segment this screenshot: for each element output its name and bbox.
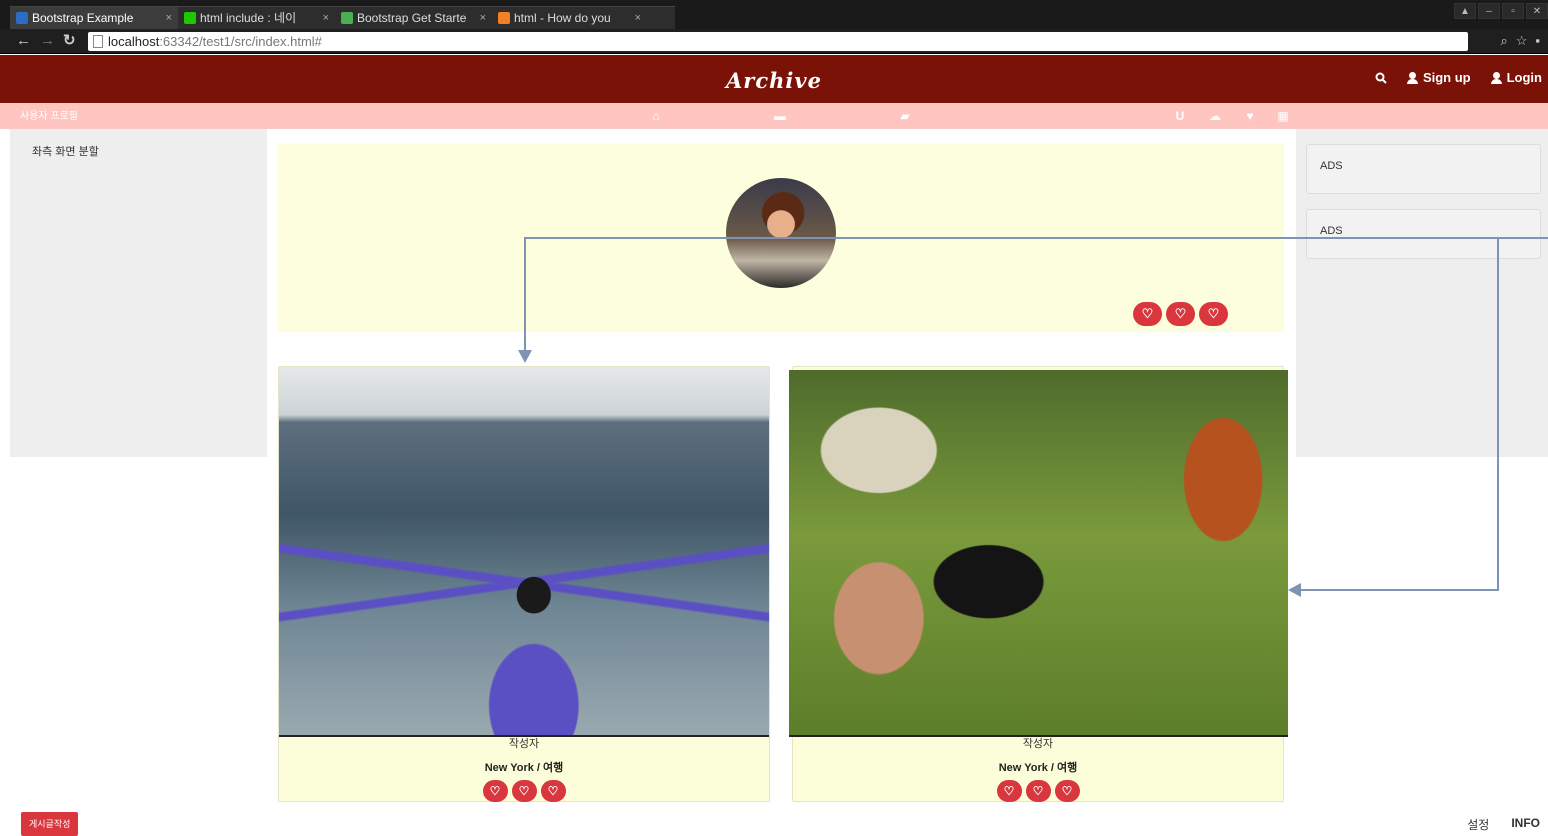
info-link[interactable]: INFO (1511, 816, 1540, 833)
tab-title: Bootstrap Example (32, 11, 134, 25)
tab-title: html include : 네이 (200, 11, 297, 25)
cloud-icon[interactable]: ☁ (1208, 109, 1222, 123)
annotation-arrow-line (524, 237, 526, 352)
extension-icon[interactable]: ▪ (1535, 33, 1540, 49)
login-link[interactable]: Login (1490, 70, 1542, 85)
heart-button[interactable] (1199, 302, 1228, 326)
post-photo[interactable] (789, 370, 1288, 737)
user-icon (1406, 71, 1418, 84)
back-icon[interactable]: ← (16, 33, 31, 49)
url-path: :63342/test1/src/index.html# (159, 34, 322, 49)
write-post-button[interactable]: 게시글작성 (21, 812, 79, 836)
url-host: localhost (108, 34, 160, 49)
comment-icon[interactable]: ▬ (773, 109, 787, 123)
tab-stackoverflow[interactable]: html - How do you × (492, 6, 647, 29)
heart-button[interactable] (996, 780, 1022, 802)
tab-close-icon[interactable]: × (166, 7, 172, 29)
annotation-arrow-head (1288, 583, 1301, 597)
bookmark-star-icon[interactable]: ☆ (1516, 33, 1528, 49)
browser-tab-bar: Bootstrap Example × html include : 네이 × … (0, 0, 1548, 29)
tab-bootstrap-get-started[interactable]: Bootstrap Get Starte × (335, 6, 492, 29)
w3-icon (341, 12, 353, 24)
ad-box[interactable]: ADS (1306, 144, 1541, 194)
forward-icon[interactable]: → (40, 33, 55, 49)
footer-links: 설정 INFO (1467, 816, 1540, 833)
left-sidebar: 좌측 화면 분할 (10, 129, 267, 457)
annotation-arrow-line (1300, 589, 1499, 591)
magnet-icon[interactable]: U (1173, 109, 1187, 123)
tab-close-icon[interactable]: × (323, 7, 329, 29)
naver-icon (184, 12, 196, 24)
profile-heart-buttons (1133, 302, 1228, 326)
login-label: Login (1506, 70, 1542, 85)
heart-button[interactable] (482, 780, 508, 802)
post-location: New York / 여행 (484, 762, 564, 774)
settings-link[interactable]: 설정 (1467, 816, 1489, 833)
post-author: 작성자 (508, 738, 540, 750)
tab-close-icon[interactable]: × (480, 7, 486, 29)
tab-title: html - How do you (514, 11, 611, 25)
search-icon[interactable] (1375, 72, 1387, 84)
heart-button[interactable] (511, 780, 537, 802)
profile-avatar[interactable] (726, 178, 836, 288)
brand-logo[interactable]: Archive (0, 55, 1548, 107)
address-bar-row: ← → ↻ localhost:63342/test1/src/index.ht… (0, 29, 1548, 54)
tab-title: Bootstrap Get Starte (357, 11, 467, 25)
heart-icon[interactable]: ♥ (1243, 109, 1257, 123)
post-card: 작성자 New York / 여행 (278, 366, 770, 802)
tab-bootstrap-example[interactable]: Bootstrap Example × (10, 6, 178, 29)
post-author: 작성자 (1022, 738, 1054, 750)
folder-icon[interactable]: ▰ (898, 109, 912, 123)
maximize-icon[interactable]: ▫ (1502, 3, 1524, 19)
navbar-right: Sign up Login (1375, 70, 1542, 85)
zoom-icon[interactable]: ⌕ (1500, 33, 1507, 49)
url-field[interactable]: localhost:63342/test1/src/index.html# (88, 32, 1468, 51)
post-location: New York / 여행 (998, 762, 1078, 774)
grid-icon[interactable]: ▦ (1276, 109, 1290, 123)
annotation-arrow-head (518, 350, 532, 363)
tab-html-include[interactable]: html include : 네이 × (178, 6, 335, 29)
close-window-icon[interactable]: ✕ (1526, 3, 1548, 19)
heart-button[interactable] (1054, 780, 1080, 802)
address-bar-actions: ⌕ ☆ ▪ (1500, 33, 1540, 49)
profile-icon[interactable]: ▲ (1454, 3, 1476, 19)
user-profile-label[interactable]: 사용자 프로필 (20, 103, 78, 130)
sub-navbar: 사용자 프로필 ⌂ ▬ ▰ U ☁ ♥ ▦ (0, 103, 1548, 129)
heart-button[interactable] (1166, 302, 1195, 326)
site-navbar: Archive Sign up Login (0, 55, 1548, 103)
heart-button[interactable] (540, 780, 566, 802)
signup-link[interactable]: Sign up (1406, 70, 1471, 85)
annotation-arrow-line (1497, 237, 1499, 591)
heart-button[interactable] (1133, 302, 1162, 326)
post-card: 작성자 New York / 여행 (789, 366, 1288, 802)
minimize-icon[interactable]: – (1478, 3, 1500, 19)
new-tab-button[interactable] (647, 6, 675, 29)
right-sidebar: ADS ADS (1296, 129, 1548, 457)
window-controls: ▲ – ▫ ✕ (1454, 3, 1548, 19)
tab-close-icon[interactable]: × (635, 7, 641, 29)
annotation-arrow-line (524, 237, 1548, 239)
reload-icon[interactable]: ↻ (63, 33, 76, 49)
post-heart-buttons (279, 780, 769, 802)
post-photo[interactable] (279, 367, 769, 737)
ad-box[interactable]: ADS (1306, 209, 1541, 259)
home-icon[interactable]: ⌂ (649, 109, 663, 123)
stackoverflow-icon (498, 12, 510, 24)
ws-icon (16, 12, 28, 24)
heart-button[interactable] (1025, 780, 1051, 802)
signup-label: Sign up (1422, 70, 1471, 85)
user-icon (1490, 71, 1502, 84)
page-icon (93, 35, 103, 48)
left-sidebar-text: 좌측 화면 분할 (32, 146, 99, 158)
post-heart-buttons (793, 780, 1283, 802)
